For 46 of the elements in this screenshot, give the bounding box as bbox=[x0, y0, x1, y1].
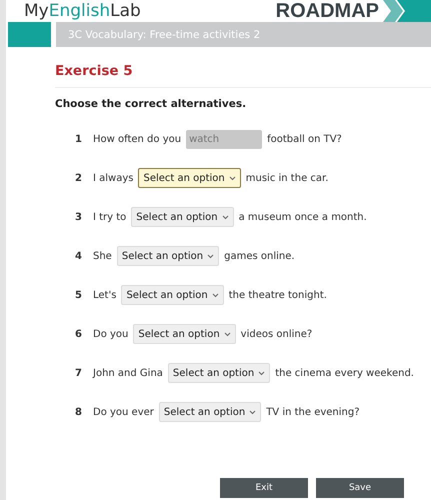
action-button[interactable]: Save bbox=[316, 478, 404, 498]
item-number: 4 bbox=[75, 250, 83, 262]
caret-icon bbox=[249, 410, 256, 414]
option-dropdown[interactable]: Select an option bbox=[131, 207, 234, 227]
item-number: 7 bbox=[75, 368, 83, 378]
sentence-text: a museum once a month. bbox=[238, 212, 367, 222]
caret-icon bbox=[224, 332, 231, 336]
sentence-text: Do you ever bbox=[93, 406, 154, 418]
sentence-text: games online. bbox=[224, 250, 295, 262]
caret-icon bbox=[258, 370, 266, 376]
sentence-text: She bbox=[93, 250, 112, 262]
item-number: 6 bbox=[75, 328, 83, 340]
sentence-text: I try to bbox=[93, 212, 126, 222]
item-number: 8 bbox=[75, 406, 83, 418]
sentence-text: the theatre tonight. bbox=[228, 290, 327, 300]
item-number: 1 bbox=[75, 134, 83, 144]
option-dropdown[interactable]: Select an option bbox=[158, 402, 262, 422]
sentence-text: I always bbox=[93, 172, 134, 184]
action-button[interactable]: Exit bbox=[220, 478, 308, 498]
caret-icon bbox=[228, 176, 236, 180]
option-dropdown[interactable]: Select an option bbox=[133, 324, 236, 344]
option-dropdown[interactable]: Select an option bbox=[121, 285, 224, 305]
item-number: 3 bbox=[75, 212, 83, 222]
option-dropdown[interactable]: Select an option bbox=[168, 363, 270, 383]
sentence-text: videos online? bbox=[240, 328, 312, 340]
sentence-text: the cinema every weekend. bbox=[275, 368, 414, 378]
brand-text: ROADMAP bbox=[276, 0, 379, 22]
item-number: 5 bbox=[75, 290, 83, 300]
option-dropdown[interactable]: Select an option bbox=[138, 168, 241, 188]
exercise-heading: Exercise 5 bbox=[55, 63, 431, 88]
caret-icon bbox=[222, 214, 229, 220]
sentence-text: How often do you bbox=[93, 134, 182, 144]
sentence-text: Let's bbox=[93, 290, 116, 300]
accent-block bbox=[8, 22, 51, 47]
chevron-icon bbox=[383, 0, 431, 22]
caret-icon bbox=[207, 254, 214, 258]
sentence-text: John and Gina bbox=[93, 368, 163, 378]
sentence-text: football on TV? bbox=[267, 134, 342, 144]
sentence-text: music in the car. bbox=[246, 172, 328, 184]
logo-text: MyEnglishLab bbox=[24, 0, 141, 22]
instruction-text: Choose the correct alternatives. bbox=[55, 98, 248, 110]
option-dropdown[interactable]: Select an option bbox=[116, 246, 220, 266]
sentence-text: TV in the evening? bbox=[266, 406, 360, 418]
item-number: 2 bbox=[75, 172, 83, 184]
caret-icon bbox=[212, 292, 219, 298]
sentence-text: Do you bbox=[93, 328, 128, 340]
